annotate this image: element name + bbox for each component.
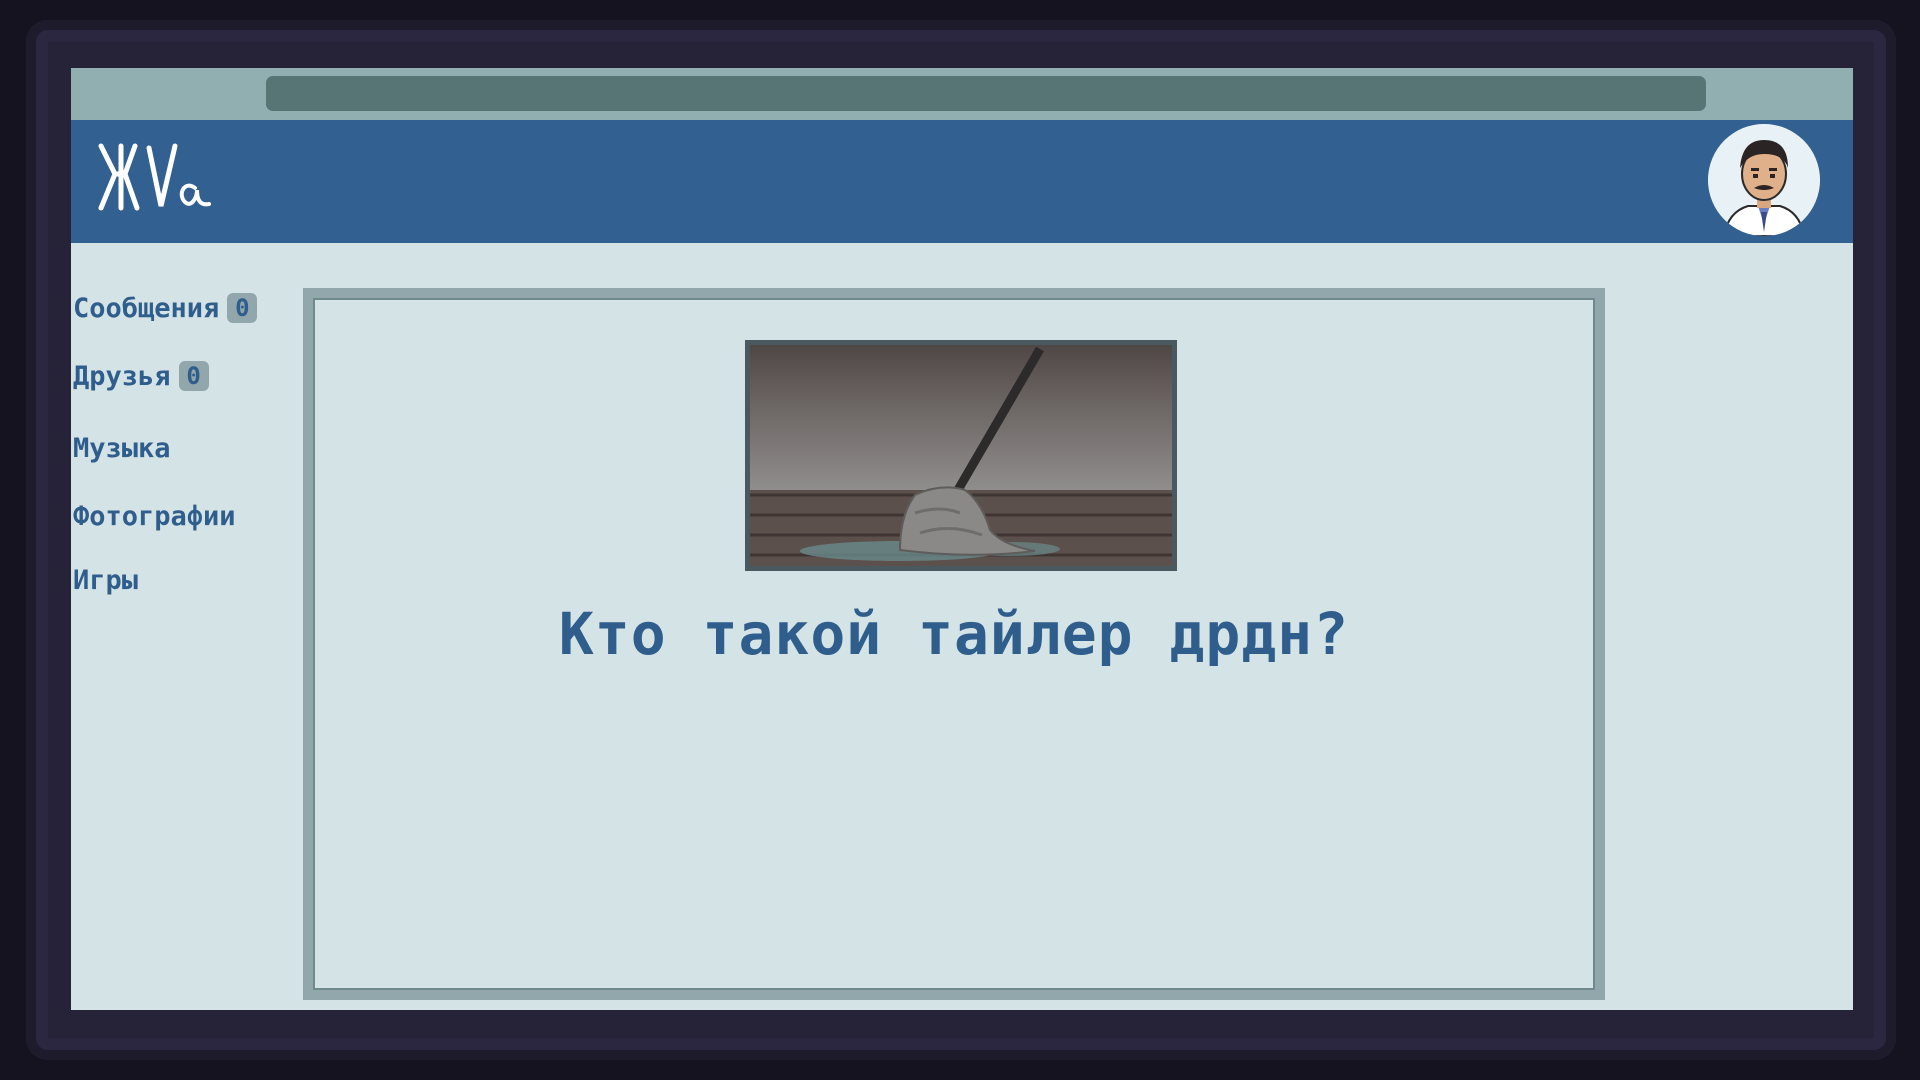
- address-bar[interactable]: [266, 76, 1706, 111]
- sidebar-item-games[interactable]: Игры: [73, 562, 138, 598]
- messages-count-badge: 0: [227, 293, 258, 323]
- sidebar-item-messages[interactable]: Сообщения 0: [73, 290, 258, 326]
- sidebar-item-label: Друзья: [73, 360, 171, 392]
- post-question: Кто такой тайлер дрдн?: [558, 600, 1350, 668]
- post-image[interactable]: [745, 340, 1177, 571]
- mop-on-wet-floor-icon: [750, 345, 1172, 566]
- user-avatar[interactable]: [1708, 124, 1820, 236]
- browser-toolbar: [71, 68, 1853, 120]
- man-with-mustache-avatar-icon: [1708, 124, 1820, 236]
- site-logo[interactable]: [95, 138, 215, 218]
- sidebar-item-label: Сообщения: [73, 292, 220, 324]
- logo-icon: [98, 143, 211, 211]
- site-header: [71, 120, 1853, 243]
- screen: Сообщения 0 Друзья 0 Музыка Фотографии И…: [71, 68, 1853, 1010]
- sidebar-item-label: Фотографии: [73, 500, 236, 532]
- post-card-inner: Кто такой тайлер дрдн?: [313, 298, 1595, 990]
- post-card: Кто такой тайлер дрдн?: [303, 288, 1605, 1000]
- sidebar-item-friends[interactable]: Друзья 0: [73, 358, 209, 394]
- sidebar-item-music[interactable]: Музыка: [73, 430, 171, 466]
- sidebar-item-photos[interactable]: Фотографии: [73, 498, 236, 534]
- sidebar-item-label: Игры: [73, 564, 139, 596]
- friends-count-badge: 0: [178, 361, 209, 391]
- sidebar-item-label: Музыка: [73, 432, 171, 464]
